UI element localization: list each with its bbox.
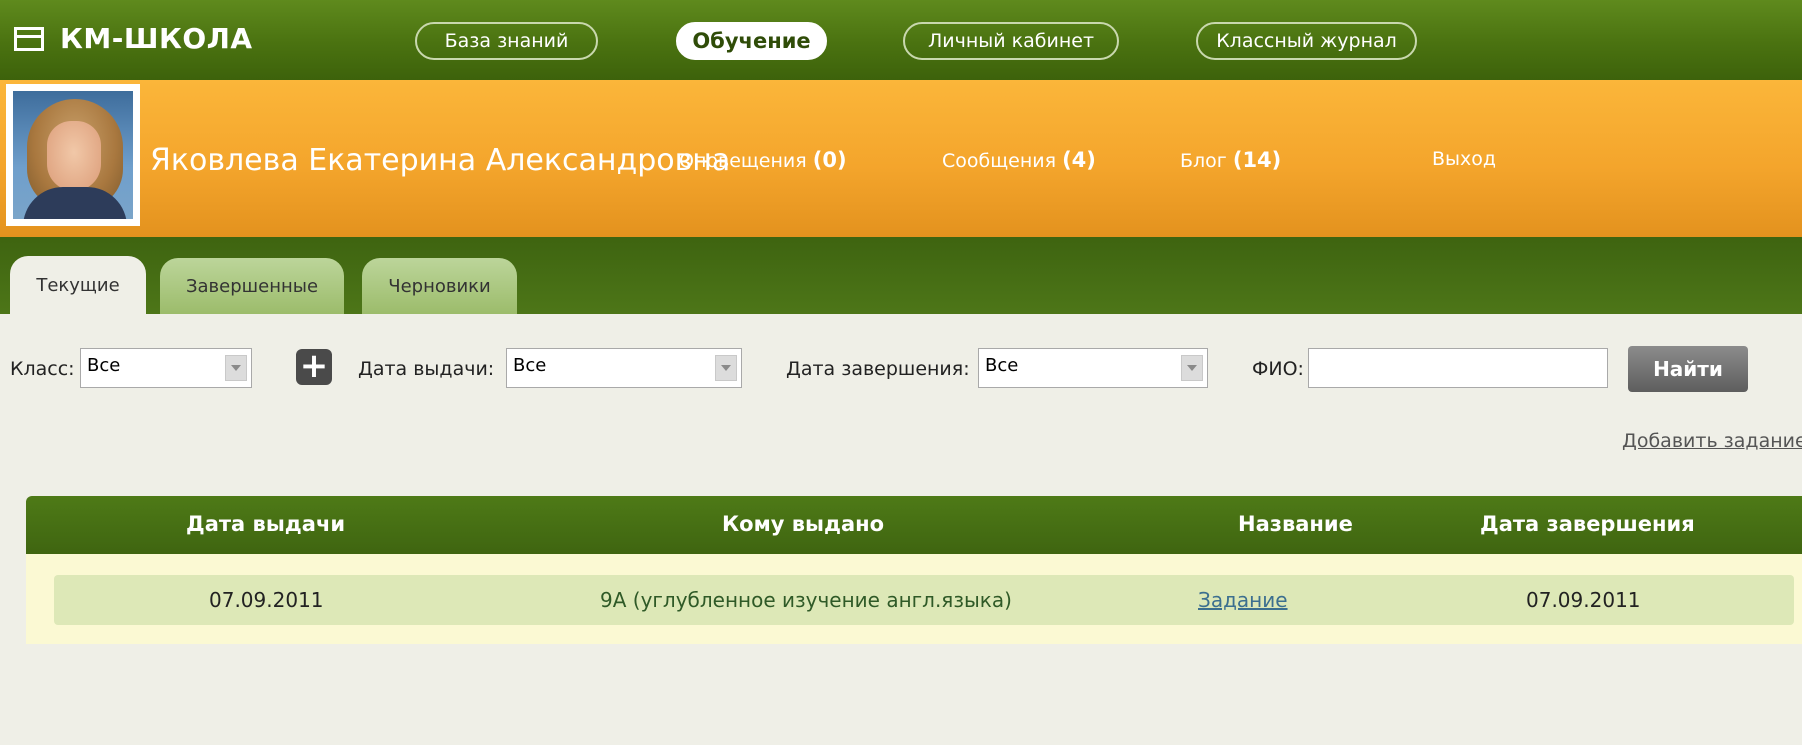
blog-label: Блог [1180,150,1227,172]
blog-count: (14) [1232,148,1282,172]
issue-date-filter-label: Дата выдачи: [358,358,495,380]
tab-completed[interactable]: Завершенные [160,258,344,314]
plus-icon: + [299,346,329,386]
chevron-down-icon[interactable] [225,355,247,381]
tab-current[interactable]: Текущие [10,256,146,314]
end-date-select[interactable]: Все [978,348,1208,388]
logo[interactable]: КМ-ШКОЛА [14,22,253,55]
end-date-select-value: Все [985,355,1019,376]
cell-assigned-to: 9А (углубленное изучение англ.языка) [600,588,1012,612]
add-class-button[interactable]: + [296,349,332,385]
fio-label: ФИО: [1252,358,1304,380]
notifications-link[interactable]: Оповещения (0) [679,148,847,172]
avatar-photo [13,91,133,219]
notifications-count: (0) [812,148,847,172]
avatar[interactable] [6,84,140,226]
search-button[interactable]: Найти [1628,346,1748,392]
issue-date-select-value: Все [513,355,547,376]
messages-label: Сообщения [942,150,1057,172]
messages-link[interactable]: Сообщения (4) [942,148,1096,172]
messages-count: (4) [1062,148,1096,172]
add-task-link[interactable]: Добавить задание [1622,430,1802,452]
nav-knowledge-base[interactable]: База знаний [415,22,598,60]
logout-link[interactable]: Выход [1432,148,1496,170]
cell-end-date: 07.09.2011 [1526,588,1641,612]
user-name[interactable]: Яковлева Екатерина Александровна [150,143,730,178]
cell-issue-date: 07.09.2011 [209,588,324,612]
nav-learning[interactable]: Обучение [676,22,827,60]
class-select-value: Все [87,355,121,376]
column-header-issue-date: Дата выдачи [186,512,346,536]
blog-link[interactable]: Блог (14) [1180,148,1281,172]
column-header-title: Название [1238,512,1353,536]
top-nav-bar: КМ-ШКОЛА База знаний Обучение Личный каб… [0,0,1802,80]
nav-personal-cabinet[interactable]: Личный кабинет [903,22,1119,60]
class-filter-label: Класс: [10,358,75,380]
cell-task-link[interactable]: Задание [1198,588,1288,612]
chevron-down-icon[interactable] [1181,355,1203,381]
column-header-end-date: Дата завершения [1480,512,1695,536]
tab-drafts[interactable]: Черновики [362,258,517,314]
column-header-assigned-to: Кому выдано [722,512,885,536]
notifications-label: Оповещения [679,150,807,172]
window-icon [14,26,44,51]
logo-text: КМ-ШКОЛА [60,22,253,55]
end-date-filter-label: Дата завершения: [786,358,970,380]
chevron-down-icon[interactable] [715,355,737,381]
nav-class-journal[interactable]: Классный журнал [1196,22,1417,60]
issue-date-select[interactable]: Все [506,348,742,388]
fio-input[interactable] [1308,348,1608,388]
class-select[interactable]: Все [80,348,252,388]
